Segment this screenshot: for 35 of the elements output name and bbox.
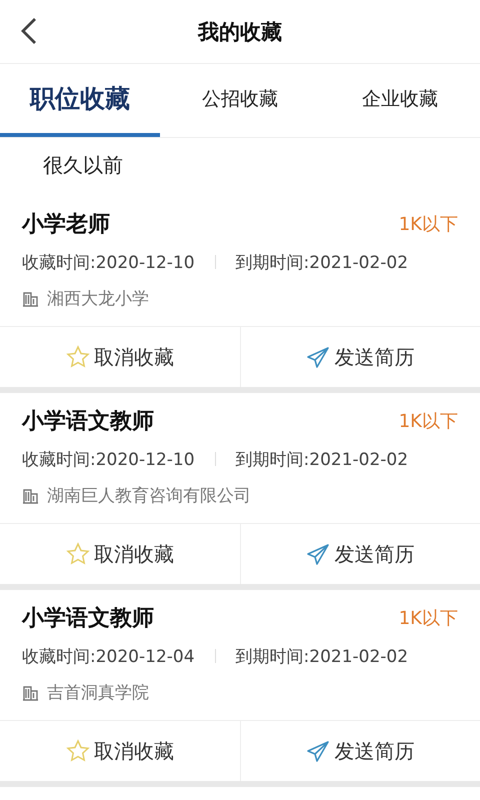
company-name[interactable]: 湘西大龙小学 xyxy=(47,286,149,310)
star-icon xyxy=(66,345,90,369)
send-resume-button[interactable]: 发送简历 xyxy=(240,721,480,781)
job-title[interactable]: 小学老师 xyxy=(22,209,110,239)
building-icon xyxy=(22,290,39,306)
salary: 1K以下 xyxy=(398,607,458,630)
expiry-date: 到期时间:2021-02-02 xyxy=(236,252,408,274)
job-title[interactable]: 小学语文教师 xyxy=(22,406,154,436)
building-icon xyxy=(22,486,39,504)
saved-date: 收藏时间:2020-12-04 xyxy=(22,646,195,668)
star-icon xyxy=(66,542,90,566)
job-title[interactable]: 小学语文教师 xyxy=(22,603,154,633)
unfavorite-button[interactable]: 取消收藏 xyxy=(0,524,240,584)
send-icon xyxy=(306,739,330,763)
unfavorite-button[interactable]: 取消收藏 xyxy=(0,327,240,387)
send-resume-button[interactable]: 发送简历 xyxy=(240,327,480,387)
send-icon xyxy=(306,345,330,369)
tab[interactable]: 企业收藏 xyxy=(320,64,480,137)
salary: 1K以下 xyxy=(398,213,458,236)
saved-date: 收藏时间:2020-12-10 xyxy=(22,448,195,470)
send-resume-button[interactable]: 发送简历 xyxy=(240,524,480,584)
page-title: 我的收藏 xyxy=(198,18,282,46)
tab[interactable]: 职位收藏 xyxy=(0,64,160,137)
salary: 1K以下 xyxy=(398,410,458,433)
unfavorite-button[interactable]: 取消收藏 xyxy=(0,721,240,781)
send-icon xyxy=(306,542,330,566)
tab[interactable]: 公招收藏 xyxy=(160,64,320,137)
company-name[interactable]: 吉首洞真学院 xyxy=(47,680,149,704)
saved-date: 收藏时间:2020-12-10 xyxy=(22,252,195,274)
building-icon xyxy=(22,684,39,700)
expiry-date: 到期时间:2021-02-02 xyxy=(236,448,408,470)
section-label: 很久以前 xyxy=(42,152,124,179)
company-name[interactable]: 湖南巨人教育咨询有限公司 xyxy=(47,484,251,506)
star-icon xyxy=(66,739,90,763)
expiry-date: 到期时间:2021-02-02 xyxy=(236,646,408,668)
